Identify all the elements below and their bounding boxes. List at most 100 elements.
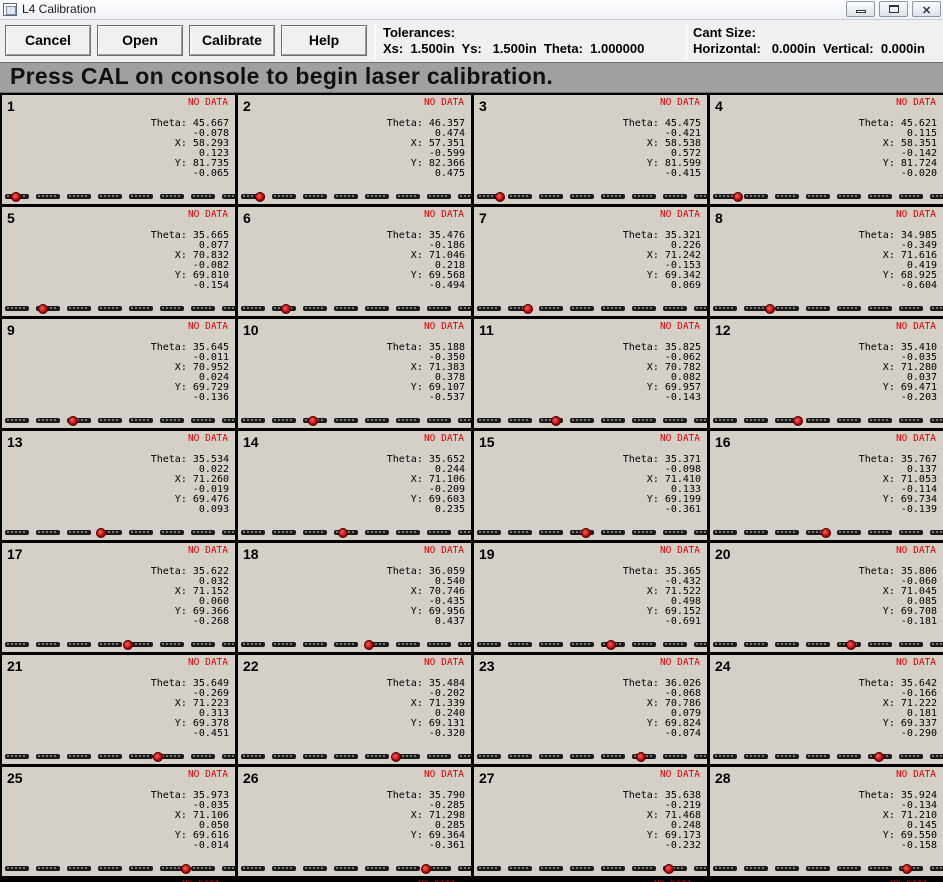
laser-segment <box>129 194 153 199</box>
calibration-cell[interactable]: 25 NO DATA Theta: 35.973 -0.035 X: 71.106 0.0… <box>2 767 235 876</box>
calibration-cell[interactable]: 26 NO DATA Theta: 35.790 -0.285 X: 71.298 0.2… <box>238 767 471 876</box>
laser-segment <box>303 306 327 311</box>
calibration-cell[interactable]: 16 NO DATA Theta: 35.767 0.137 X: 71.053 -0.1… <box>710 431 943 540</box>
laser-segment <box>334 418 358 423</box>
calibration-cell[interactable]: 5 NO DATA Theta: 35.665 0.077 X: 70.832 -0.08… <box>2 207 235 316</box>
calibration-cell[interactable]: 7 NO DATA Theta: 35.321 0.226 X: 71.242 -0.15… <box>474 207 707 316</box>
maximize-button[interactable] <box>879 1 908 17</box>
laser-segment <box>632 418 656 423</box>
calibration-cell[interactable]: 10 NO DATA Theta: 35.188 -0.350 X: 71.383 0.3… <box>238 319 471 428</box>
laser-segment <box>539 306 563 311</box>
laser-segment <box>191 754 215 759</box>
x-row-label: X: <box>882 810 895 821</box>
calibration-cell[interactable]: 4 NO DATA Theta: 45.621 0.115 X: 58.351 -0.14… <box>710 95 943 204</box>
cell-values: Theta: 35.410 -0.035 X: 71.280 0.037 Y: 69.4… <box>859 343 937 403</box>
calibration-cell[interactable]: 28 NO DATA Theta: 35.924 -0.134 X: 71.210 0.1… <box>710 767 943 876</box>
laser-segment <box>427 418 451 423</box>
laser-segment <box>899 642 923 647</box>
calibration-cell[interactable]: 19 NO DATA Theta: 35.365 -0.432 X: 71.522 0.4… <box>474 543 707 652</box>
laser-segment <box>570 866 594 871</box>
calibration-cell[interactable]: 27 NO DATA Theta: 35.638 -0.219 X: 71.468 0.2… <box>474 767 707 876</box>
laser-segment <box>241 866 265 871</box>
laser-strip <box>2 192 235 202</box>
laser-segment <box>694 642 707 647</box>
calibration-cell[interactable]: 12 NO DATA Theta: 35.410 -0.035 X: 71.280 0.0… <box>710 319 943 428</box>
laser-strip <box>474 416 707 426</box>
laser-position-marker <box>793 416 803 426</box>
y-delta: 0.475 <box>387 169 465 179</box>
laser-position-marker <box>38 304 48 314</box>
laser-segment <box>458 642 471 647</box>
laser-segment <box>5 642 29 647</box>
laser-strip <box>238 528 471 538</box>
cell-values: Theta: 36.059 0.540 X: 70.746 -0.435 Y: 69.9… <box>387 567 465 627</box>
cell-number: 12 <box>715 322 731 338</box>
laser-segment <box>427 530 451 535</box>
x-row-label: X: <box>410 698 423 709</box>
calibration-cell[interactable]: 9 NO DATA Theta: 35.645 -0.011 X: 70.952 0.02… <box>2 319 235 428</box>
laser-segment <box>713 418 737 423</box>
laser-segment <box>222 642 235 647</box>
laser-segment <box>272 418 296 423</box>
y-delta: -0.494 <box>387 281 465 291</box>
laser-segment <box>868 418 892 423</box>
calibration-cell[interactable]: 17 NO DATA Theta: 35.622 0.032 X: 71.152 0.06… <box>2 543 235 652</box>
laser-segment <box>744 418 768 423</box>
calibration-cell[interactable]: 23 NO DATA Theta: 36.026 -0.068 X: 70.786 0.0… <box>474 655 707 764</box>
calibration-cell[interactable]: 13 NO DATA Theta: 35.534 0.022 X: 71.260 -0.0… <box>2 431 235 540</box>
calibration-cell[interactable]: 2 NO DATA Theta: 46.357 0.474 X: 57.351 -0.59… <box>238 95 471 204</box>
calibration-cell[interactable]: 21 NO DATA Theta: 35.649 -0.269 X: 71.223 0.3… <box>2 655 235 764</box>
laser-segment <box>601 418 625 423</box>
no-data-label: NO DATA <box>423 321 464 332</box>
x-row-label: X: <box>882 586 895 597</box>
y-row-label: Y: <box>174 494 187 505</box>
cell-values: Theta: 35.321 0.226 X: 71.242 -0.153 Y: 69.3… <box>623 231 701 291</box>
laser-segment <box>899 754 923 759</box>
laser-segment <box>36 530 60 535</box>
y-delta: -0.361 <box>387 841 465 851</box>
minimize-button[interactable] <box>846 1 875 17</box>
calibration-cell[interactable]: 20 NO DATA Theta: 35.806 -0.060 X: 71.045 0.0… <box>710 543 943 652</box>
cell-values: Theta: 35.665 0.077 X: 70.832 -0.082 Y: 69.8… <box>151 231 229 291</box>
calibration-cell[interactable]: 15 NO DATA Theta: 35.371 -0.098 X: 71.410 0.1… <box>474 431 707 540</box>
laser-segment <box>67 754 91 759</box>
x-row-label: X: <box>410 138 423 149</box>
cancel-button[interactable]: Cancel <box>5 25 91 56</box>
y-delta: -0.139 <box>859 505 937 515</box>
no-data-label: NO DATA <box>187 209 228 220</box>
calibration-cell[interactable]: 18 NO DATA Theta: 36.059 0.540 X: 70.746 -0.4… <box>238 543 471 652</box>
y-delta: -0.065 <box>151 169 229 179</box>
laser-segment <box>334 866 358 871</box>
laser-segment <box>458 866 471 871</box>
help-button[interactable]: Help <box>281 25 367 56</box>
calibration-cell[interactable]: 3 NO DATA Theta: 45.475 -0.421 X: 58.538 0.57… <box>474 95 707 204</box>
open-button[interactable]: Open <box>97 25 183 56</box>
laser-segment <box>570 306 594 311</box>
laser-segment <box>36 194 60 199</box>
laser-segment <box>744 754 768 759</box>
y-delta: 0.069 <box>623 281 701 291</box>
calibration-cell[interactable]: 8 NO DATA Theta: 34.985 -0.349 X: 71.616 0.41… <box>710 207 943 316</box>
calibration-cell[interactable]: 1 NO DATA Theta: 45.667 -0.078 X: 58.293 0.12… <box>2 95 235 204</box>
cell-values: Theta: 35.924 -0.134 X: 71.210 0.145 Y: 69.5… <box>859 791 937 851</box>
close-button[interactable]: ✕ <box>912 1 941 17</box>
no-data-label: NO DATA <box>895 433 936 444</box>
laser-segment <box>775 754 799 759</box>
cell-number: 23 <box>479 658 495 674</box>
y-delta-value: 0.437 <box>434 616 465 627</box>
laser-segment <box>837 194 861 199</box>
calibrate-button[interactable]: Calibrate <box>189 25 275 56</box>
calibration-cell[interactable]: 11 NO DATA Theta: 35.825 -0.062 X: 70.782 0.0… <box>474 319 707 428</box>
theta-row-label: Theta: <box>386 342 423 353</box>
laser-segment <box>663 642 687 647</box>
calibration-cell[interactable]: 6 NO DATA Theta: 35.476 -0.186 X: 71.046 0.21… <box>238 207 471 316</box>
y-delta: -0.074 <box>623 729 701 739</box>
y-delta-value: -0.014 <box>192 840 229 851</box>
y-delta: -0.136 <box>151 393 229 403</box>
calibration-cell[interactable]: 24 NO DATA Theta: 35.642 -0.166 X: 71.222 0.1… <box>710 655 943 764</box>
laser-segment <box>160 754 184 759</box>
calibration-cell[interactable]: 14 NO DATA Theta: 35.652 0.244 X: 71.106 -0.2… <box>238 431 471 540</box>
cell-values: Theta: 36.026 -0.068 X: 70.786 0.079 Y: 69.8… <box>623 679 701 739</box>
calibration-cell[interactable]: 22 NO DATA Theta: 35.484 -0.202 X: 71.339 0.2… <box>238 655 471 764</box>
no-data-label: NO DATA <box>423 433 464 444</box>
